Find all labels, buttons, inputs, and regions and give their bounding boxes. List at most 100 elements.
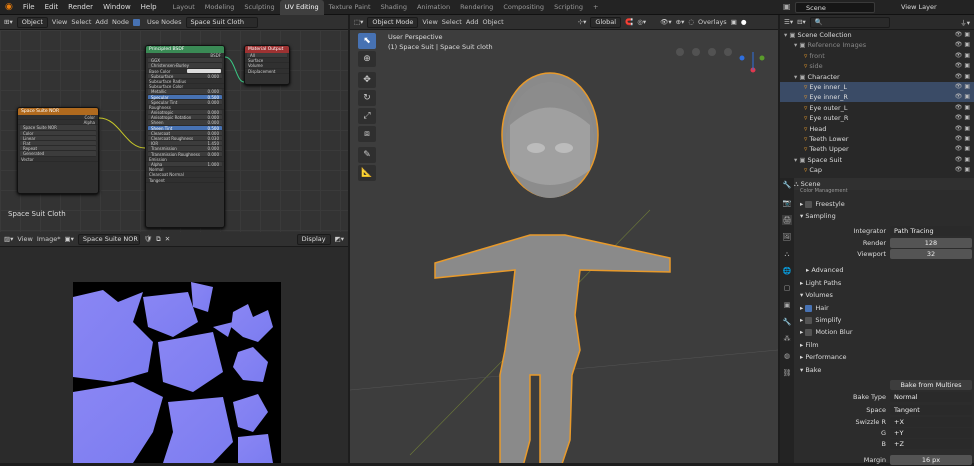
render-samples-field[interactable]: 128 — [890, 238, 972, 248]
snap-icon[interactable]: 🧲 — [625, 18, 633, 26]
constraints-tab-icon[interactable]: ⛓ — [782, 368, 792, 378]
workspace-tab[interactable]: Sculpting — [239, 0, 279, 15]
visibility-toggle-icon[interactable]: 👁 ▣ — [955, 82, 970, 92]
modifier-tab-icon[interactable]: 🔧 — [782, 317, 792, 327]
blender-logo-icon[interactable]: ◉ — [0, 2, 18, 12]
workspace-tab[interactable]: Texture Paint — [324, 0, 376, 15]
margin-field[interactable]: 16 px — [890, 455, 972, 465]
view-menu[interactable]: View — [422, 18, 437, 26]
image-name-field[interactable]: Space Suite NOR — [77, 233, 140, 245]
bake-from-multires-button[interactable]: Bake from Multires — [890, 380, 972, 390]
add-menu[interactable]: Add — [466, 18, 479, 26]
visibility-toggle-icon[interactable]: 👁 ▣ — [955, 40, 970, 50]
add-menu[interactable]: Add — [95, 18, 108, 26]
motion-blur-panel[interactable]: ▸ Motion Blur — [794, 326, 974, 338]
integrator-dropdown[interactable]: Path Tracing — [890, 226, 972, 236]
editor-type-icon[interactable]: ⬚▾ — [354, 18, 363, 26]
advanced-subpanel[interactable]: ▸ Advanced — [794, 264, 974, 276]
viewport-samples-field[interactable]: 32 — [890, 249, 972, 259]
outliner-row[interactable]: ▾ ▣ Reference Images 👁 ▣ — [780, 40, 974, 50]
render-tab-icon[interactable]: 📷 — [782, 198, 792, 208]
hair-checkbox[interactable] — [805, 304, 813, 312]
menu-help[interactable]: Help — [136, 3, 162, 11]
editor-type-icon[interactable]: ▨▾ — [4, 235, 13, 243]
proportional-icon[interactable]: ◎▾ — [637, 18, 646, 26]
menu-file[interactable]: File — [18, 3, 40, 11]
workspace-tab[interactable]: Shading — [376, 0, 412, 15]
outliner-row[interactable]: ▿ Head 👁 ▣ — [780, 124, 974, 134]
editor-type-icon[interactable]: ☰▾ — [784, 18, 793, 26]
workspace-tab[interactable]: Animation — [412, 0, 455, 15]
object-menu[interactable]: Object — [482, 18, 503, 26]
light-paths-panel[interactable]: ▸ Light Paths — [794, 277, 974, 289]
overlays-dropdown[interactable]: Overlays — [698, 18, 727, 26]
workspace-tab[interactable]: Compositing — [498, 0, 549, 15]
scene-tab-icon[interactable]: ⛬ — [782, 249, 792, 259]
performance-panel[interactable]: ▸ Performance — [794, 351, 974, 363]
visibility-toggle-icon[interactable]: 👁 ▣ — [955, 165, 970, 175]
particles-tab-icon[interactable]: ⁂ — [782, 334, 792, 344]
menu-render[interactable]: Render — [63, 3, 98, 11]
visibility-toggle-icon[interactable]: 👁 ▣ — [955, 92, 970, 102]
bake-panel[interactable]: ▾ Bake — [794, 364, 974, 376]
collection-tab-icon[interactable]: ▢ — [782, 283, 792, 293]
select-menu[interactable]: Select — [442, 18, 462, 26]
output-tab-icon[interactable]: 🖨 — [782, 215, 792, 225]
gizmo-icon[interactable]: ⊕▾ — [676, 18, 685, 26]
outliner-row[interactable]: ▿ front 👁 ▣ — [780, 51, 974, 61]
3d-viewport[interactable]: ⬚▾ Object Mode View Select Add Object ⊹▾… — [350, 15, 778, 463]
image-menu[interactable]: Image* — [37, 235, 61, 243]
select-menu[interactable]: Select — [71, 18, 91, 26]
filter-icon[interactable]: ⏚▾ — [960, 17, 970, 27]
material-selector[interactable]: Space Suit Cloth — [185, 16, 258, 28]
tool-tab-icon[interactable]: 🔧 — [782, 180, 792, 190]
color-management-panel[interactable]: Color Management — [794, 188, 974, 194]
simplify-checkbox[interactable] — [805, 316, 813, 324]
outliner-row[interactable]: ▾ ▣ Space Suit 👁 ▣ — [780, 155, 974, 165]
visibility-toggle-icon[interactable]: 👁 ▣ — [955, 61, 970, 71]
physics-tab-icon[interactable]: ◍ — [782, 351, 792, 361]
editor-type-icon[interactable]: ⊞▾ — [4, 18, 13, 26]
visibility-toggle-icon[interactable]: 👁 ▣ — [955, 155, 970, 165]
new-image-icon[interactable]: ⧉ — [156, 235, 161, 244]
visibility-toggle-icon[interactable]: 👁 ▣ — [955, 134, 970, 144]
sampling-panel[interactable]: ▾ Sampling — [794, 210, 974, 222]
freestyle-panel[interactable]: ▸ Freestyle — [794, 198, 974, 210]
display-mode-icon[interactable]: ⊟▾ — [797, 18, 806, 26]
object-tab-icon[interactable]: ▣ — [782, 300, 792, 310]
fake-user-icon[interactable]: 🛡 — [144, 235, 152, 243]
workspace-tab[interactable]: Layout — [168, 0, 200, 15]
visibility-toggle-icon[interactable]: 👁 ▣ — [955, 124, 970, 134]
outliner-row[interactable]: ▾ ▣ Scene Collection 👁 ▣ — [780, 30, 974, 40]
outliner-row[interactable]: ▿ Teeth Lower 👁 ▣ — [780, 134, 974, 144]
node-menu[interactable]: Node — [112, 18, 129, 26]
image-browse-icon[interactable]: ▣▾ — [64, 235, 73, 243]
display-channels-icon[interactable]: ◩▾ — [335, 235, 344, 243]
outliner-row[interactable]: ▿ Eye outer_R 👁 ▣ — [780, 113, 974, 123]
outliner-row[interactable]: ▿ Eye inner_R 👁 ▣ — [780, 92, 974, 103]
overlays-icon[interactable]: ◌ — [688, 18, 694, 26]
view-layer-tab-icon[interactable]: 🖼 — [782, 232, 792, 242]
mode-dropdown[interactable]: Object Mode — [367, 16, 419, 28]
space-dropdown[interactable]: Tangent — [890, 405, 972, 415]
node-editor-canvas[interactable]: Principled BSDF BSDF GGX Christensen-Burl… — [0, 30, 348, 232]
workspace-tab[interactable]: Scripting — [549, 0, 588, 15]
workspace-tab[interactable]: Rendering — [455, 0, 498, 15]
close-icon[interactable]: ✕ — [165, 235, 170, 243]
visibility-toggle-icon[interactable]: 👁 ▣ — [955, 30, 970, 40]
swizzle-b-dropdown[interactable]: +Z — [890, 439, 972, 449]
outliner-row[interactable]: ▿ side 👁 ▣ — [780, 61, 974, 71]
scene-field[interactable]: Scene — [795, 2, 875, 13]
visibility-toggle-icon[interactable]: 👁 ▣ — [955, 72, 970, 82]
simplify-panel[interactable]: ▸ Simplify — [794, 314, 974, 326]
motion-blur-checkbox[interactable] — [805, 328, 813, 336]
use-nodes-checkbox[interactable] — [132, 18, 140, 26]
swizzle-r-dropdown[interactable]: +X — [890, 417, 972, 427]
visibility-toggle-icon[interactable]: 👁 ▣ — [955, 103, 970, 113]
swizzle-g-dropdown[interactable]: +Y — [890, 428, 972, 438]
outliner-row[interactable]: ▿ Cap 👁 ▣ — [780, 165, 974, 175]
orientation-dropdown[interactable]: Global — [590, 16, 622, 28]
view-menu[interactable]: View — [52, 18, 67, 26]
workspace-tab[interactable]: + — [588, 0, 603, 15]
shading-solid-icon[interactable]: ● — [741, 18, 747, 26]
